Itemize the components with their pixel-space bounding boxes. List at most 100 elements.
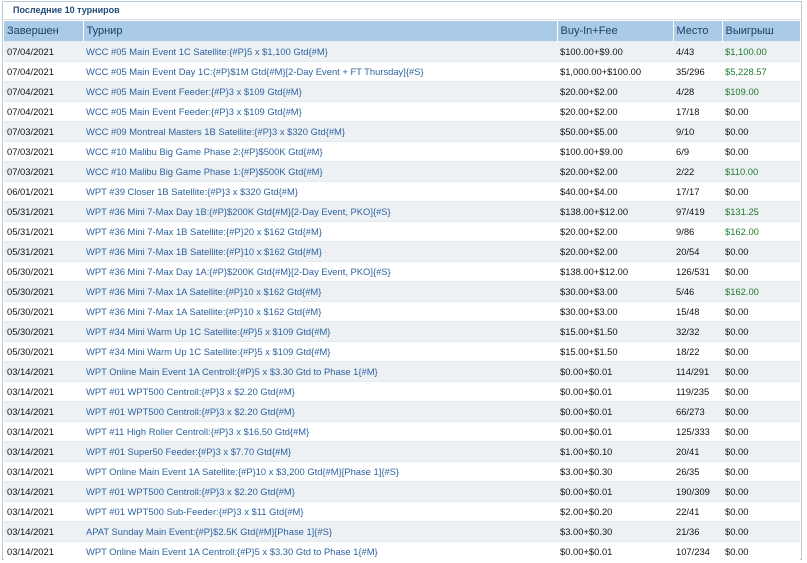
cell-completed-date: 05/31/2021: [4, 241, 83, 262]
cell-buyin: $138.00+$12.00: [557, 201, 673, 222]
cell-completed-date: 03/14/2021: [4, 421, 83, 442]
cell-tournament-name-link[interactable]: WPT Online Main Event 1A Centroll:{#P}5 …: [83, 541, 557, 561]
table-row: 03/14/2021 WPT #01 Super50 Feeder:{#P}3 x…: [4, 441, 800, 462]
cell-completed-date: 03/14/2021: [4, 481, 83, 502]
cell-tournament-name-link[interactable]: WPT Online Main Event 1A Satellite:{#P}1…: [83, 461, 557, 482]
cell-tournament-name-link[interactable]: WCC #10 Malibu Big Game Phase 1:{#P}$500…: [83, 161, 557, 182]
table-row: 05/30/2021 WPT #36 Mini 7-Max 1A Satellit…: [4, 301, 800, 322]
cell-buyin: $0.00+$0.01: [557, 421, 673, 442]
cell-tournament-name-link[interactable]: WPT #01 WPT500 Sub-Feeder:{#P}3 x $11 Gt…: [83, 501, 557, 522]
cell-place: 66/273: [673, 401, 722, 422]
table-row: 03/14/2021 WPT Online Main Event 1A Satel…: [4, 461, 800, 482]
table-row: 05/30/2021 WPT #34 Mini Warm Up 1C Satell…: [4, 341, 800, 362]
cell-buyin: $0.00+$0.01: [557, 481, 673, 502]
cell-place: 107/234: [673, 541, 722, 561]
cell-winnings: $0.00: [722, 141, 800, 162]
cell-tournament-name-link[interactable]: WCC #05 Main Event Feeder:{#P}3 x $109 G…: [83, 101, 557, 122]
cell-completed-date: 05/30/2021: [4, 301, 83, 322]
cell-place: 114/291: [673, 361, 722, 382]
cell-place: 9/10: [673, 121, 722, 142]
cell-tournament-name-link[interactable]: WPT #36 Mini 7-Max 1A Satellite:{#P}10 x…: [83, 301, 557, 322]
cell-place: 15/48: [673, 301, 722, 322]
cell-buyin: $50.00+$5.00: [557, 121, 673, 142]
cell-winnings: $0.00: [722, 241, 800, 262]
cell-completed-date: 07/03/2021: [4, 161, 83, 182]
panel-title: Последние 10 турниров: [3, 2, 801, 20]
cell-tournament-name-link[interactable]: WPT #34 Mini Warm Up 1C Satellite:{#P}5 …: [83, 341, 557, 362]
cell-buyin: $20.00+$2.00: [557, 241, 673, 262]
cell-tournament-name-link[interactable]: WPT #01 WPT500 Centroll:{#P}3 x $2.20 Gt…: [83, 401, 557, 422]
cell-tournament-name-link[interactable]: WPT #36 Mini 7-Max Day 1A:{#P}$200K Gtd{…: [83, 261, 557, 282]
column-header-buyin[interactable]: Buy-In+Fee: [557, 21, 674, 42]
table-row: 05/31/2021 WPT #36 Mini 7-Max 1B Satellit…: [4, 241, 800, 262]
column-header-completed[interactable]: Завершен: [4, 21, 84, 42]
cell-buyin: $2.00+$0.20: [557, 501, 673, 522]
cell-place: 22/41: [673, 501, 722, 522]
cell-winnings: $162.00: [722, 281, 800, 302]
cell-buyin: $0.00+$0.01: [557, 541, 673, 561]
cell-place: 6/9: [673, 141, 722, 162]
cell-tournament-name-link[interactable]: WPT #36 Mini 7-Max Day 1B:{#P}$200K Gtd{…: [83, 201, 557, 222]
cell-winnings: $5,228.57: [722, 61, 800, 82]
table-row: 07/04/2021 WCC #05 Main Event Day 1C:{#P}…: [4, 61, 800, 82]
cell-place: 21/36: [673, 521, 722, 542]
cell-completed-date: 05/31/2021: [4, 221, 83, 242]
column-header-winnings[interactable]: Выигрыш: [722, 21, 801, 42]
cell-winnings: $131.25: [722, 201, 800, 222]
cell-tournament-name-link[interactable]: WPT #39 Closer 1B Satellite:{#P}3 x $320…: [83, 181, 557, 202]
cell-place: 9/86: [673, 221, 722, 242]
cell-winnings: $0.00: [722, 501, 800, 522]
cell-place: 35/296: [673, 61, 722, 82]
cell-tournament-name-link[interactable]: WCC #05 Main Event 1C Satellite:{#P}5 x …: [83, 41, 557, 62]
cell-winnings: $110.00: [722, 161, 800, 182]
cell-tournament-name-link[interactable]: WPT Online Main Event 1A Centroll:{#P}5 …: [83, 361, 557, 382]
cell-winnings: $0.00: [722, 301, 800, 322]
cell-tournament-name-link[interactable]: WPT #01 Super50 Feeder:{#P}3 x $7.70 Gtd…: [83, 441, 557, 462]
cell-place: 2/22: [673, 161, 722, 182]
cell-completed-date: 07/04/2021: [4, 81, 83, 102]
tournaments-panel: Последние 10 турниров Завершен Турнир Bu…: [2, 1, 802, 561]
cell-winnings: $0.00: [722, 421, 800, 442]
cell-tournament-name-link[interactable]: WCC #09 Montreal Masters 1B Satellite:{#…: [83, 121, 557, 142]
cell-completed-date: 03/14/2021: [4, 461, 83, 482]
table-row: 06/01/2021 WPT #39 Closer 1B Satellite:{#…: [4, 181, 800, 202]
cell-place: 125/333: [673, 421, 722, 442]
cell-winnings: $0.00: [722, 361, 800, 382]
table-row: 03/14/2021 WPT #01 WPT500 Sub-Feeder:{#P}…: [4, 501, 800, 522]
cell-place: 5/46: [673, 281, 722, 302]
cell-tournament-name-link[interactable]: WCC #05 Main Event Day 1C:{#P}$1M Gtd{#M…: [83, 61, 557, 82]
cell-place: 18/22: [673, 341, 722, 362]
cell-buyin: $20.00+$2.00: [557, 221, 673, 242]
cell-tournament-name-link[interactable]: APAT Sunday Main Event:{#P}$2.5K Gtd{#M}…: [83, 521, 557, 542]
cell-tournament-name-link[interactable]: WPT #36 Mini 7-Max 1B Satellite:{#P}20 x…: [83, 221, 557, 242]
cell-buyin: $3.00+$0.30: [557, 521, 673, 542]
cell-completed-date: 03/14/2021: [4, 541, 83, 561]
cell-tournament-name-link[interactable]: WPT #36 Mini 7-Max 1A Satellite:{#P}10 x…: [83, 281, 557, 302]
cell-winnings: $0.00: [722, 341, 800, 362]
cell-place: 4/28: [673, 81, 722, 102]
cell-winnings: $0.00: [722, 541, 800, 561]
cell-buyin: $100.00+$9.00: [557, 141, 673, 162]
cell-tournament-name-link[interactable]: WPT #11 High Roller Centroll:{#P}3 x $16…: [83, 421, 557, 442]
cell-place: 4/43: [673, 41, 722, 62]
cell-tournament-name-link[interactable]: WPT #34 Mini Warm Up 1C Satellite:{#P}5 …: [83, 321, 557, 342]
cell-tournament-name-link[interactable]: WPT #01 WPT500 Centroll:{#P}3 x $2.20 Gt…: [83, 381, 557, 402]
column-header-place[interactable]: Место: [673, 21, 723, 42]
cell-tournament-name-link[interactable]: WPT #36 Mini 7-Max 1B Satellite:{#P}10 x…: [83, 241, 557, 262]
cell-tournament-name-link[interactable]: WPT #01 WPT500 Centroll:{#P}3 x $2.20 Gt…: [83, 481, 557, 502]
table-row: 03/14/2021 WPT #11 High Roller Centroll:{…: [4, 421, 800, 442]
cell-buyin: $100.00+$9.00: [557, 41, 673, 62]
cell-tournament-name-link[interactable]: WCC #10 Malibu Big Game Phase 2:{#P}$500…: [83, 141, 557, 162]
cell-buyin: $15.00+$1.50: [557, 341, 673, 362]
cell-tournament-name-link[interactable]: WCC #05 Main Event Feeder:{#P}3 x $109 G…: [83, 81, 557, 102]
cell-winnings: $0.00: [722, 461, 800, 482]
cell-completed-date: 03/14/2021: [4, 401, 83, 422]
cell-buyin: $1.00+$0.10: [557, 441, 673, 462]
cell-completed-date: 07/04/2021: [4, 101, 83, 122]
cell-winnings: $0.00: [722, 181, 800, 202]
cell-place: 20/41: [673, 441, 722, 462]
tournaments-table: Завершен Турнир Buy-In+Fee Место Выигрыш…: [4, 21, 801, 561]
table-row: 03/14/2021 WPT #01 WPT500 Centroll:{#P}3 …: [4, 481, 800, 502]
table-row: 05/31/2021 WPT #36 Mini 7-Max 1B Satellit…: [4, 221, 800, 242]
column-header-tournament[interactable]: Турнир: [83, 21, 558, 42]
